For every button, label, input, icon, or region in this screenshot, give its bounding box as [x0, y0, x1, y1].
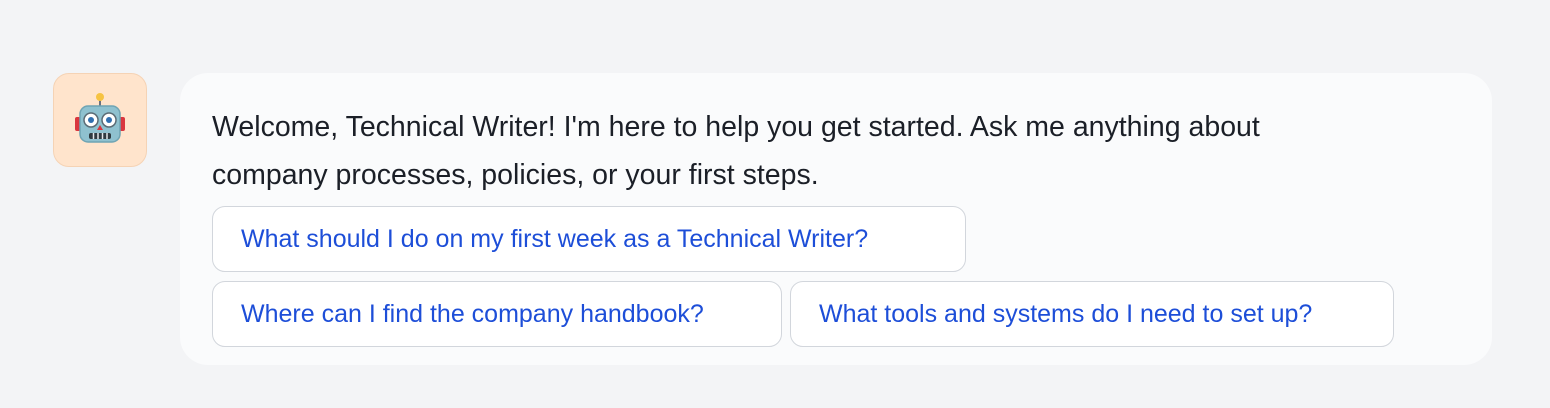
assistant-message-bubble: Welcome, Technical Writer! I'm here to h…	[180, 73, 1492, 365]
robot-icon	[75, 93, 125, 143]
assistant-avatar	[53, 73, 147, 167]
suggestion-company-handbook[interactable]: Where can I find the company handbook?	[212, 281, 782, 347]
assistant-message-row: Welcome, Technical Writer! I'm here to h…	[53, 73, 1492, 365]
suggested-questions: What should I do on my first week as a T…	[212, 206, 1412, 347]
suggestion-tools-setup[interactable]: What tools and systems do I need to set …	[790, 281, 1394, 347]
suggestion-first-week[interactable]: What should I do on my first week as a T…	[212, 206, 966, 272]
assistant-message-text: Welcome, Technical Writer! I'm here to h…	[212, 111, 1260, 191]
